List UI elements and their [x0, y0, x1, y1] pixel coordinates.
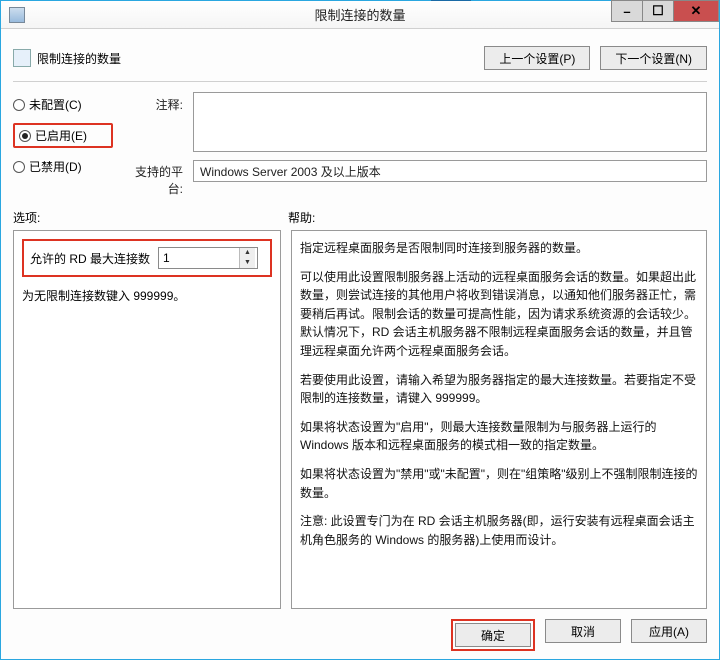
help-text: 如果将状态设置为"禁用"或"未配置"，则在"组策略"级别上不强制限制连接的数量。 — [300, 465, 698, 502]
dialog-window: 限制连接的数量 – ☐ ✕ 限制连接的数量 上一个设置(P) 下一个设置(N) … — [0, 0, 720, 660]
panels: 允许的 RD 最大连接数 ▲ ▼ 为无限制连接数键入 999999。 指定远程桌… — [13, 230, 707, 609]
radio-label: 未配置(C) — [29, 96, 82, 113]
field-values: Windows Server 2003 及以上版本 — [193, 92, 707, 182]
policy-icon — [13, 49, 31, 67]
footer-buttons: 确定 取消 应用(A) — [13, 609, 707, 651]
window-buttons: – ☐ ✕ — [612, 0, 719, 22]
minimize-button[interactable]: – — [611, 0, 643, 22]
highlight-ok: 确定 — [451, 619, 535, 651]
maximize-button[interactable]: ☐ — [642, 0, 674, 22]
help-text: 可以使用此设置限制服务器上活动的远程桌面服务会话的数量。如果超出此数量，则尝试连… — [300, 268, 698, 361]
state-radios: 未配置(C) 已启用(E) 已禁用(D) — [13, 92, 113, 175]
help-text: 注意: 此设置专门为在 RD 会话主机服务器(即，运行安装有远程桌面会话主机角色… — [300, 512, 698, 549]
supported-label: 支持的平台: — [123, 163, 183, 197]
nav-buttons: 上一个设置(P) 下一个设置(N) — [484, 46, 707, 70]
unlimited-hint: 为无限制连接数键入 999999。 — [22, 287, 272, 304]
radio-dot-icon — [13, 99, 25, 111]
radio-not-configured[interactable]: 未配置(C) — [13, 96, 113, 113]
radio-label: 已启用(E) — [35, 127, 87, 144]
max-conn-spinner[interactable]: ▲ ▼ — [158, 247, 258, 269]
spinner-down-icon[interactable]: ▼ — [240, 258, 255, 268]
options-panel: 允许的 RD 最大连接数 ▲ ▼ 为无限制连接数键入 999999。 — [13, 230, 281, 609]
app-icon — [9, 7, 25, 23]
options-header: 选项: — [13, 209, 288, 226]
radio-disabled[interactable]: 已禁用(D) — [13, 158, 113, 175]
help-text: 指定远程桌面服务是否限制同时连接到服务器的数量。 — [300, 239, 698, 258]
radio-dot-icon — [13, 161, 25, 173]
policy-title: 限制连接的数量 — [37, 50, 121, 67]
spinner-arrows: ▲ ▼ — [239, 248, 255, 268]
titlebar: 限制连接的数量 – ☐ ✕ — [1, 1, 719, 29]
ok-button[interactable]: 确定 — [455, 623, 531, 647]
header-row: 限制连接的数量 上一个设置(P) 下一个设置(N) — [13, 39, 707, 77]
max-conn-input[interactable] — [159, 249, 239, 267]
cancel-button[interactable]: 取消 — [545, 619, 621, 643]
separator — [13, 81, 707, 82]
highlight-enabled: 已启用(E) — [13, 123, 113, 148]
comment-label: 注释: — [123, 96, 183, 113]
maximize-icon: ☐ — [652, 3, 664, 19]
help-text: 若要使用此设置，请输入希望为服务器指定的最大连接数量。若要指定不受限制的连接数量… — [300, 371, 698, 408]
spinner-up-icon[interactable]: ▲ — [240, 248, 255, 258]
radio-label: 已禁用(D) — [29, 158, 82, 175]
apply-button[interactable]: 应用(A) — [631, 619, 707, 643]
minimize-icon: – — [623, 4, 630, 19]
supported-platform-field: Windows Server 2003 及以上版本 — [193, 160, 707, 182]
dialog-body: 限制连接的数量 上一个设置(P) 下一个设置(N) 未配置(C) 已启用(E) — [1, 29, 719, 659]
next-setting-button[interactable]: 下一个设置(N) — [600, 46, 707, 70]
close-button[interactable]: ✕ — [673, 0, 719, 22]
help-text: 如果将状态设置为"启用"，则最大连接数量限制为与服务器上运行的 Windows … — [300, 418, 698, 455]
highlight-max-conn: 允许的 RD 最大连接数 ▲ ▼ — [22, 239, 272, 277]
field-labels: 注释: 支持的平台: — [123, 92, 183, 197]
config-row: 未配置(C) 已启用(E) 已禁用(D) 注释: 支持的平台: — [13, 92, 707, 197]
comment-textarea[interactable] — [193, 92, 707, 152]
prev-setting-button[interactable]: 上一个设置(P) — [484, 46, 590, 70]
close-icon: ✕ — [691, 3, 702, 19]
help-panel: 指定远程桌面服务是否限制同时连接到服务器的数量。 可以使用此设置限制服务器上活动… — [291, 230, 707, 609]
radio-enabled[interactable]: 已启用(E) — [19, 127, 107, 144]
max-conn-label: 允许的 RD 最大连接数 — [30, 250, 150, 267]
column-headers: 选项: 帮助: — [13, 209, 707, 226]
help-header: 帮助: — [288, 209, 707, 226]
radio-dot-icon — [19, 130, 31, 142]
